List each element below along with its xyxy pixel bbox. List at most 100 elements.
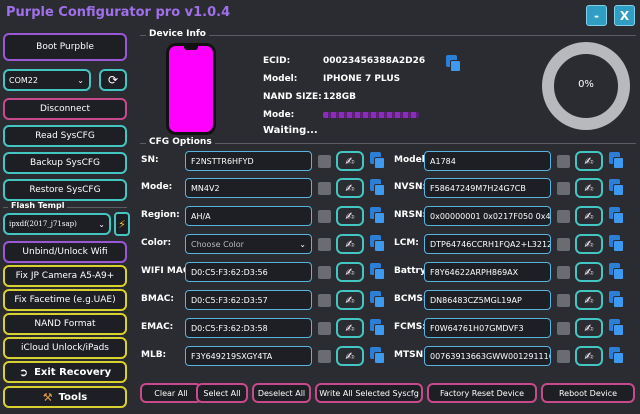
unbind-wifi-button[interactable]: Unbind/Unlock Wifi [3, 241, 127, 263]
color-select[interactable]: Choose Color ⌄ [185, 234, 312, 254]
right_rows-copy-button-3[interactable] [609, 235, 625, 252]
left_rows-field-4[interactable]: D0:C5:F3:62:D3:56 [185, 262, 312, 282]
minimize-button[interactable]: - [586, 5, 607, 26]
left_rows-write-button-2[interactable]: ✍ [336, 206, 364, 226]
copy-ecid-button[interactable] [446, 55, 462, 72]
chevron-down-icon: ⌄ [299, 239, 306, 249]
right_rows-copy-button-5[interactable] [609, 291, 625, 308]
left_rows-checkbox-5[interactable] [318, 294, 331, 307]
right_rows-checkbox-1[interactable] [557, 182, 570, 195]
write-all-button[interactable]: Write All Selected Syscfg [315, 383, 423, 403]
right_rows-copy-button-0[interactable] [609, 152, 625, 169]
copy-icon-front [613, 157, 624, 169]
tools-button[interactable]: ⚒ Tools [3, 386, 127, 408]
right_rows-copy-button-7[interactable] [609, 347, 625, 364]
copy-icon-front [613, 296, 624, 308]
fix-jp-camera-button[interactable]: Fix JP Camera A5-A9+ [3, 265, 127, 287]
left_rows-checkbox-4[interactable] [318, 266, 331, 279]
right_rows-write-button-3[interactable]: ✍ [575, 234, 603, 254]
left_rows-write-button-4[interactable]: ✍ [336, 262, 364, 282]
left_rows-field-6[interactable]: D0:C5:F3:62:D3:58 [185, 318, 312, 338]
select-all-button[interactable]: Select All [196, 383, 248, 403]
left_rows-copy-button-1[interactable] [370, 179, 386, 196]
right_rows-copy-button-2[interactable] [609, 207, 625, 224]
left_rows-checkbox-3[interactable] [318, 238, 331, 251]
left_rows-copy-button-0[interactable] [370, 152, 386, 169]
left_rows-copy-button-3[interactable] [370, 235, 386, 252]
right_rows-checkbox-5[interactable] [557, 294, 570, 307]
read-syscfg-button[interactable]: Read SysCFG [3, 125, 127, 147]
right_rows-checkbox-6[interactable] [557, 322, 570, 335]
right_rows-copy-button-1[interactable] [609, 179, 625, 196]
right_rows-write-button-7[interactable]: ✍ [575, 346, 603, 366]
right_rows-write-button-5[interactable]: ✍ [575, 290, 603, 310]
left_rows-field-1[interactable]: MN4V2 [185, 178, 312, 198]
pen-icon: ✍ [345, 349, 355, 363]
right_rows-field-5[interactable]: DN86483CZ5MGL19AP [424, 290, 551, 310]
right_rows-field-7[interactable]: 00763913663GWW0012911162428 [424, 346, 551, 366]
right_rows-checkbox-2[interactable] [557, 210, 570, 223]
left_rows-write-button-1[interactable]: ✍ [336, 178, 364, 198]
disconnect-button[interactable]: Disconnect [3, 98, 127, 120]
nand-format-button[interactable]: NAND Format [3, 313, 127, 335]
copy-icon-front [374, 324, 385, 336]
right_rows-field-3[interactable]: DTP64746CCRH1FQA2+L3212254 [424, 234, 551, 254]
left_rows-field-5[interactable]: D0:C5:F3:62:D3:57 [185, 290, 312, 310]
left_rows-field-7[interactable]: F3Y649219SXGY4TA [185, 346, 312, 366]
fix-facetime-button[interactable]: Fix Facetime (e.g.UAE) [3, 289, 127, 311]
port-select[interactable]: COM22 ⌄ [3, 69, 91, 91]
ecid-label: ECID: [263, 56, 291, 66]
flash-template-select[interactable]: ipxdf(2017_j71sap) ⌄ [3, 213, 111, 235]
close-button[interactable]: X [614, 5, 635, 26]
boot-purple-button[interactable]: Boot Purpble [3, 33, 127, 61]
right_rows-write-button-2[interactable]: ✍ [575, 206, 603, 226]
left_rows-write-button-7[interactable]: ✍ [336, 346, 364, 366]
reboot-button[interactable]: Reboot Device [541, 383, 635, 403]
clear-all-button[interactable]: Clear All [140, 383, 202, 403]
right_rows-checkbox-3[interactable] [557, 238, 570, 251]
icloud-unlock-button[interactable]: iCloud Unlock/iPads [3, 337, 127, 359]
left_rows-checkbox-6[interactable] [318, 322, 331, 335]
right_rows-write-button-1[interactable]: ✍ [575, 178, 603, 198]
left_rows-write-button-3[interactable]: ✍ [336, 234, 364, 254]
left_rows-value-7: F3Y649219SXGY4TA [191, 351, 273, 361]
left_rows-checkbox-1[interactable] [318, 182, 331, 195]
left_rows-copy-button-4[interactable] [370, 263, 386, 280]
left_rows-write-button-5[interactable]: ✍ [336, 290, 364, 310]
backup-syscfg-button[interactable]: Backup SysCFG [3, 152, 127, 174]
right_rows-write-button-0[interactable]: ✍ [575, 151, 603, 171]
deselect-all-button[interactable]: Deselect All [252, 383, 311, 403]
right_rows-checkbox-4[interactable] [557, 266, 570, 279]
right_rows-value-1: F58647249M7H24G7CB [430, 183, 526, 193]
exit-recovery-button[interactable]: ➲ Exit Recovery [3, 361, 127, 383]
left_rows-copy-button-6[interactable] [370, 319, 386, 336]
left_rows-checkbox-0[interactable] [318, 155, 331, 168]
left_rows-copy-button-5[interactable] [370, 291, 386, 308]
restore-syscfg-button[interactable]: Restore SysCFG [3, 179, 127, 201]
right_rows-copy-button-4[interactable] [609, 263, 625, 280]
refresh-button[interactable]: ⟳ [99, 69, 127, 91]
right_rows-checkbox-7[interactable] [557, 350, 570, 363]
left_rows-field-0[interactable]: F2NSTTR6HFYD [185, 151, 312, 171]
right_rows-field-2[interactable]: 0x00000001 0x0217F050 0x4711C0 [424, 206, 551, 226]
pen-icon: ✍ [584, 209, 594, 223]
right_rows-field-6[interactable]: F0W64761H07GMDVF3 [424, 318, 551, 338]
flash-button[interactable]: ⚡ [114, 212, 130, 236]
right_rows-field-4[interactable]: F8Y64622ARPH869AX [424, 262, 551, 282]
factory-reset-button[interactable]: Factory Reset Device [427, 383, 537, 403]
left_rows-checkbox-7[interactable] [318, 350, 331, 363]
left_rows-write-button-0[interactable]: ✍ [336, 151, 364, 171]
left_rows-field-2[interactable]: AH/A [185, 206, 312, 226]
left_rows-write-button-6[interactable]: ✍ [336, 318, 364, 338]
right_rows-copy-button-6[interactable] [609, 319, 625, 336]
right_rows-checkbox-0[interactable] [557, 155, 570, 168]
right_rows-write-button-4[interactable]: ✍ [575, 262, 603, 282]
left_rows-checkbox-2[interactable] [318, 210, 331, 223]
right_rows-write-button-6[interactable]: ✍ [575, 318, 603, 338]
tools-icon: ⚒ [42, 390, 53, 404]
left_rows-copy-button-2[interactable] [370, 207, 386, 224]
right_rows-field-0[interactable]: A1784 [424, 151, 551, 171]
left_rows-copy-button-7[interactable] [370, 347, 386, 364]
right_rows-field-1[interactable]: F58647249M7H24G7CB [424, 178, 551, 198]
right_rows-label-3: LCM: [394, 238, 419, 248]
